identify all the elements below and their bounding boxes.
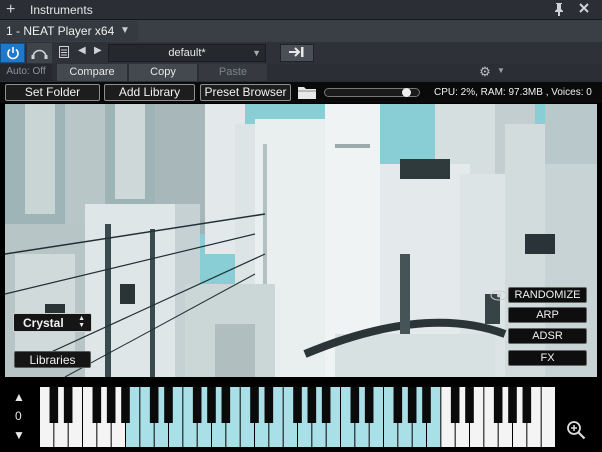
adsr-button[interactable]: ADSR	[508, 328, 587, 344]
arp-button[interactable]: ARP	[508, 307, 587, 323]
paste-button[interactable]: Paste	[199, 64, 267, 81]
black-key[interactable]	[164, 387, 173, 423]
sound-selector[interactable]: Crystal ▲ ▼	[13, 313, 92, 332]
set-folder-button[interactable]: Set Folder	[5, 84, 100, 101]
title-bar: + Instruments	[0, 0, 602, 20]
folder-icon[interactable]	[297, 85, 317, 100]
monitor-icon[interactable]	[27, 43, 52, 63]
compare-button[interactable]: Compare	[57, 64, 127, 81]
automation-toggle[interactable]: Auto: Off	[0, 64, 52, 81]
black-key[interactable]	[508, 387, 517, 423]
chevron-down-icon[interactable]: ▼	[497, 66, 507, 80]
black-key[interactable]	[321, 387, 331, 423]
eye-icon[interactable]	[490, 290, 508, 301]
gear-icon[interactable]: ⚙	[474, 64, 496, 81]
power-icon[interactable]	[0, 43, 25, 63]
plus-icon[interactable]: +	[6, 1, 15, 19]
copy-button[interactable]: Copy	[129, 64, 197, 81]
plugin-selector-row: 1 - NEAT Player x64 ▼	[0, 20, 602, 42]
close-icon[interactable]	[577, 1, 593, 19]
black-key[interactable]	[49, 387, 59, 423]
black-key[interactable]	[293, 387, 302, 423]
black-key[interactable]	[63, 387, 73, 423]
black-key[interactable]	[149, 387, 159, 423]
preset-browser-button[interactable]: Preset Browser	[200, 84, 291, 101]
add-library-button[interactable]: Add Library	[104, 84, 195, 101]
sound-name: Crystal	[23, 316, 64, 330]
octave-up-icon[interactable]: ▲	[13, 391, 27, 403]
libraries-button[interactable]: Libraries	[14, 351, 91, 368]
plugin-selector[interactable]: 1 - NEAT Player x64	[0, 21, 138, 41]
black-key[interactable]	[221, 387, 231, 423]
black-key[interactable]	[522, 387, 532, 423]
black-key[interactable]	[450, 387, 460, 423]
window-title: Instruments	[30, 3, 93, 17]
zoom-icon[interactable]	[566, 420, 586, 440]
preset-selector[interactable]: default* ▼	[108, 44, 266, 62]
status-readout: CPU: 2%, RAM: 97.3MB , Voices: 0	[434, 87, 592, 98]
black-key[interactable]	[407, 387, 417, 423]
octave-value: 0	[15, 409, 22, 423]
piano-keyboard[interactable]	[40, 387, 556, 447]
randomize-button[interactable]: RANDOMIZE	[508, 287, 587, 303]
chevron-down-icon: ▼	[252, 48, 261, 58]
black-key[interactable]	[207, 387, 216, 423]
plugin-name: 1 - NEAT Player x64	[6, 24, 115, 38]
octave-down-icon[interactable]: ▼	[13, 429, 27, 441]
load-icon[interactable]	[280, 44, 314, 62]
black-key[interactable]	[92, 387, 102, 423]
black-key[interactable]	[106, 387, 116, 423]
page-icon[interactable]	[58, 45, 72, 61]
up-down-arrows-icon: ▲ ▼	[78, 315, 85, 329]
black-key[interactable]	[422, 387, 431, 423]
black-key[interactable]	[264, 387, 274, 423]
fx-button[interactable]: FX	[508, 350, 587, 366]
black-key[interactable]	[307, 387, 317, 423]
black-key[interactable]	[364, 387, 374, 423]
pin-icon[interactable]	[553, 2, 567, 18]
prev-icon[interactable]: ◀	[78, 45, 90, 61]
black-key[interactable]	[350, 387, 360, 423]
next-icon[interactable]: ▶	[94, 45, 106, 61]
black-key[interactable]	[250, 387, 259, 423]
chevron-down-icon[interactable]: ▼	[120, 25, 130, 36]
black-key[interactable]	[393, 387, 403, 423]
black-key[interactable]	[465, 387, 474, 423]
black-key[interactable]	[493, 387, 503, 423]
white-key[interactable]	[541, 387, 555, 447]
black-key[interactable]	[192, 387, 202, 423]
preset-name: default*	[168, 47, 206, 59]
black-key[interactable]	[121, 387, 130, 423]
